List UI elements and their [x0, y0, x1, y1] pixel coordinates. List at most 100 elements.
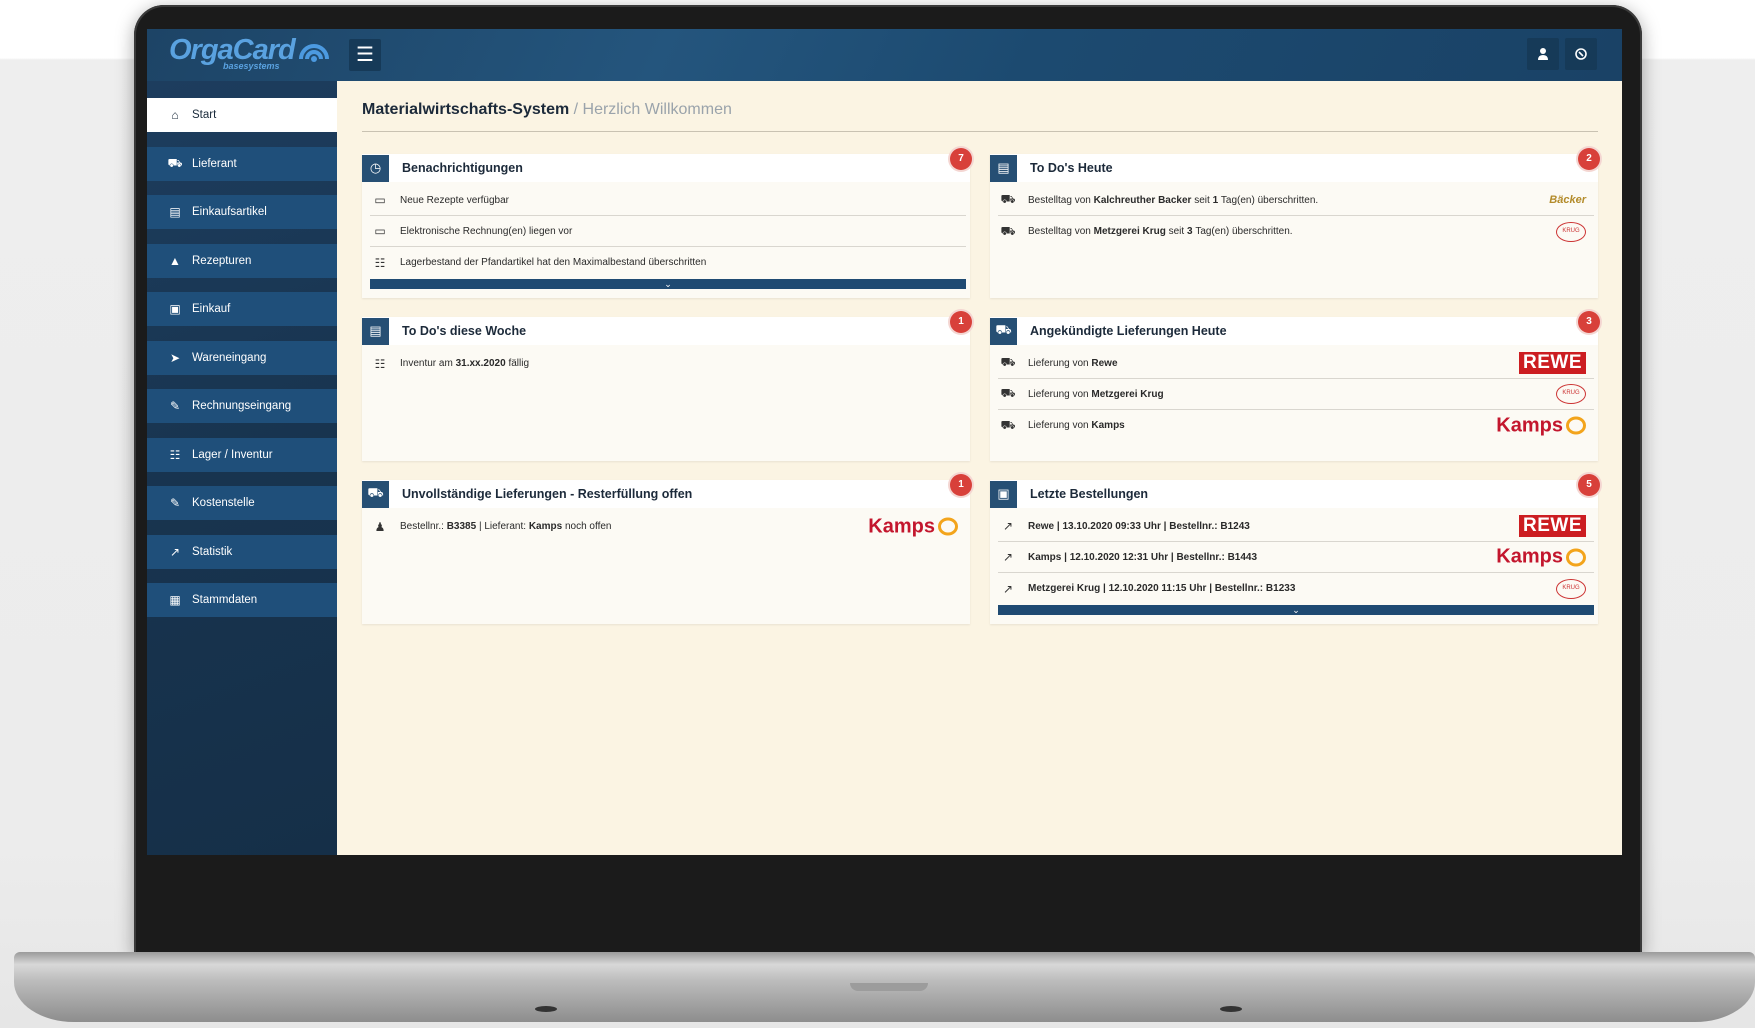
article-icon: ▤: [169, 205, 181, 219]
sidebar-item-rezepturen[interactable]: ▲ Rezepturen: [147, 244, 337, 278]
list-item[interactable]: ☷ Lagerbestand der Pfandartikel hat den …: [370, 247, 966, 278]
truck-icon: ⛟: [167, 156, 183, 170]
sidebar-item-lieferant[interactable]: ⛟ Lieferant: [147, 147, 337, 181]
sidebar-item-einkaufsartikel[interactable]: ▤ Einkaufsartikel: [147, 195, 337, 229]
screen: OrgaCard basesystems ☰ ⌂ Start ⛟ Liefera…: [147, 29, 1622, 855]
chevron-down-icon: ⌄: [664, 279, 672, 289]
cost-icon: ✎: [169, 496, 181, 510]
user-icon: [1538, 48, 1548, 60]
sidebar-item-lager-inventur[interactable]: ☷ Lager / Inventur: [147, 438, 337, 472]
sidebar-item-start[interactable]: ⌂ Start: [147, 98, 337, 132]
logo-signal-icon: [298, 44, 329, 62]
orgacard-logo[interactable]: OrgaCard basesystems: [169, 35, 331, 75]
sidebar-item-statistik[interactable]: ↗ Statistik: [147, 535, 337, 569]
kamps-ring-icon: [1566, 548, 1586, 566]
calendar-icon: ☷: [169, 448, 181, 462]
sidebar-item-kostenstelle[interactable]: ✎ Kostenstelle: [147, 486, 337, 520]
sidebar-item-wareneingang[interactable]: ➤ Wareneingang: [147, 341, 337, 375]
card-header: ▤ To Do's diese Woche: [362, 317, 970, 345]
delivery-count-badge: 3: [1578, 311, 1600, 333]
rewe-logo: REWE: [1519, 515, 1586, 537]
invoice-icon: ✎: [169, 399, 181, 413]
chart-icon: ↗: [1002, 550, 1014, 564]
sidebar-item-einkauf[interactable]: ▣ Einkauf: [147, 292, 337, 326]
expand-bar[interactable]: ⌄: [370, 279, 966, 289]
list-item[interactable]: ☷ Inventur am 31.xx.2020 fällig: [370, 348, 966, 379]
truck-icon: ⛟: [1000, 417, 1016, 432]
list-item[interactable]: ↗ Metzgerei Krug | 12.10.2020 11:15 Uhr …: [998, 573, 1594, 604]
last-orders-card: ▣ Letzte Bestellungen 5 ↗ Rewe | 13.10.2…: [990, 474, 1600, 624]
sidebar-item-rechnungseingang[interactable]: ✎ Rechnungseingang: [147, 389, 337, 423]
list-item[interactable]: ⛟ Bestelltag von Kalchreuther Backer sei…: [998, 185, 1594, 216]
krug-logo: KRUG: [1556, 384, 1586, 404]
divider: [362, 131, 1598, 132]
card-header: ⛟ Angekündigte Lieferungen Heute: [990, 317, 1598, 345]
power-icon: [1575, 48, 1587, 60]
cart-icon: ▣: [990, 480, 1017, 508]
list-item[interactable]: ▭ Elektronische Rechnung(en) liegen vor: [370, 216, 966, 247]
cart-icon: ▣: [169, 302, 181, 316]
goods-in-icon: ➤: [169, 351, 181, 365]
list-item[interactable]: ↗ Kamps | 12.10.2020 12:31 Uhr | Bestell…: [998, 542, 1594, 573]
todos-week-card: ▤ To Do's diese Woche 1 ☷ Inventur am 31…: [362, 311, 972, 461]
logout-button[interactable]: [1565, 38, 1597, 70]
laptop-foot: [535, 1006, 557, 1012]
kamps-logo: Kamps: [1496, 546, 1586, 569]
user-button[interactable]: [1527, 38, 1559, 70]
list-item[interactable]: ▭ Neue Rezepte verfügbar: [370, 185, 966, 216]
card-header: ▣ Letzte Bestellungen: [990, 480, 1598, 508]
calendar-icon: ▤: [362, 317, 389, 345]
chart-icon: ↗: [1002, 581, 1014, 596]
list-item[interactable]: ♟ Bestellnr.: B3385 | Lieferant: Kamps n…: [370, 511, 966, 542]
chevron-down-icon: ⌄: [1292, 605, 1300, 615]
menu-toggle-button[interactable]: ☰: [349, 39, 381, 71]
todo-count-badge: 1: [950, 311, 972, 333]
chart-icon: ↗: [169, 545, 181, 559]
chart-icon: ↗: [1002, 519, 1014, 533]
deliveries-today-card: ⛟ Angekündigte Lieferungen Heute 3 ⛟ Lie…: [990, 311, 1600, 461]
page-title: Materialwirtschafts-System / Herzlich Wi…: [362, 101, 732, 118]
kamps-logo: Kamps: [1496, 414, 1586, 437]
list-item[interactable]: ⛟ Lieferung von Kamps Kamps: [998, 410, 1594, 441]
todo-count-badge: 2: [1578, 148, 1600, 170]
kamps-ring-icon: [938, 517, 958, 536]
home-icon: ⌂: [171, 108, 179, 122]
notifications-card: ◷ Benachrichtigungen 7 ▭ Neue Rezepte ve…: [362, 148, 972, 298]
list-item[interactable]: ⛟ Lieferung von Rewe REWE: [998, 348, 1594, 379]
kamps-logo: Kamps: [868, 515, 958, 538]
sidebar-item-stammdaten[interactable]: ▦ Stammdaten: [147, 583, 337, 617]
todos-today-card: ▤ To Do's Heute 2 ⛟ Bestelltag von Kalch…: [990, 148, 1600, 298]
list-item[interactable]: ↗ Rewe | 13.10.2020 09:33 Uhr | Bestelln…: [998, 511, 1594, 542]
krug-logo: KRUG: [1556, 578, 1586, 599]
user-icon: ♟: [374, 519, 386, 534]
truck-icon: ⛟: [1000, 223, 1016, 238]
sidebar: ⌂ Start ⛟ Lieferant ▤ Einkaufsartikel ▲ …: [147, 81, 337, 855]
incomplete-deliveries-card: ⛟ Unvollständige Lieferungen - Resterfül…: [362, 474, 972, 624]
truck-icon: ⛟: [990, 317, 1017, 345]
laptop-notch: [850, 983, 928, 991]
list-item[interactable]: ⛟ Lieferung von Metzgerei Krug KRUG: [998, 379, 1594, 410]
notification-count-badge: 7: [950, 148, 972, 170]
kamps-ring-icon: [1566, 416, 1586, 435]
list-item[interactable]: ⛟ Bestelltag von Metzgerei Krug seit 3 T…: [998, 216, 1594, 247]
calendar-icon: ☷: [374, 255, 386, 270]
top-bar: OrgaCard basesystems ☰: [147, 29, 1622, 81]
monitor-icon: ▭: [374, 193, 386, 207]
card-header: ◷ Benachrichtigungen: [362, 154, 970, 182]
truck-icon: ⛟: [1000, 386, 1016, 400]
monitor-icon: ▭: [374, 224, 386, 238]
krug-logo: KRUG: [1556, 221, 1586, 242]
main-content: Materialwirtschafts-System / Herzlich Wi…: [337, 81, 1622, 855]
card-header: ▤ To Do's Heute: [990, 154, 1598, 182]
calendar-icon: ▤: [990, 154, 1017, 182]
incomplete-count-badge: 1: [950, 474, 972, 496]
baecker-logo: Bäcker: [1549, 194, 1586, 206]
truck-icon: ⛟: [1000, 355, 1016, 369]
expand-bar[interactable]: ⌄: [998, 605, 1594, 615]
calendar-icon: ☷: [374, 356, 386, 371]
truck-icon: ⛟: [1000, 192, 1016, 206]
card-header: ⛟ Unvollständige Lieferungen - Resterfül…: [362, 480, 970, 508]
table-icon: ▦: [169, 593, 181, 607]
chef-hat-icon: ▲: [169, 254, 181, 268]
truck-icon: ⛟: [362, 480, 389, 508]
